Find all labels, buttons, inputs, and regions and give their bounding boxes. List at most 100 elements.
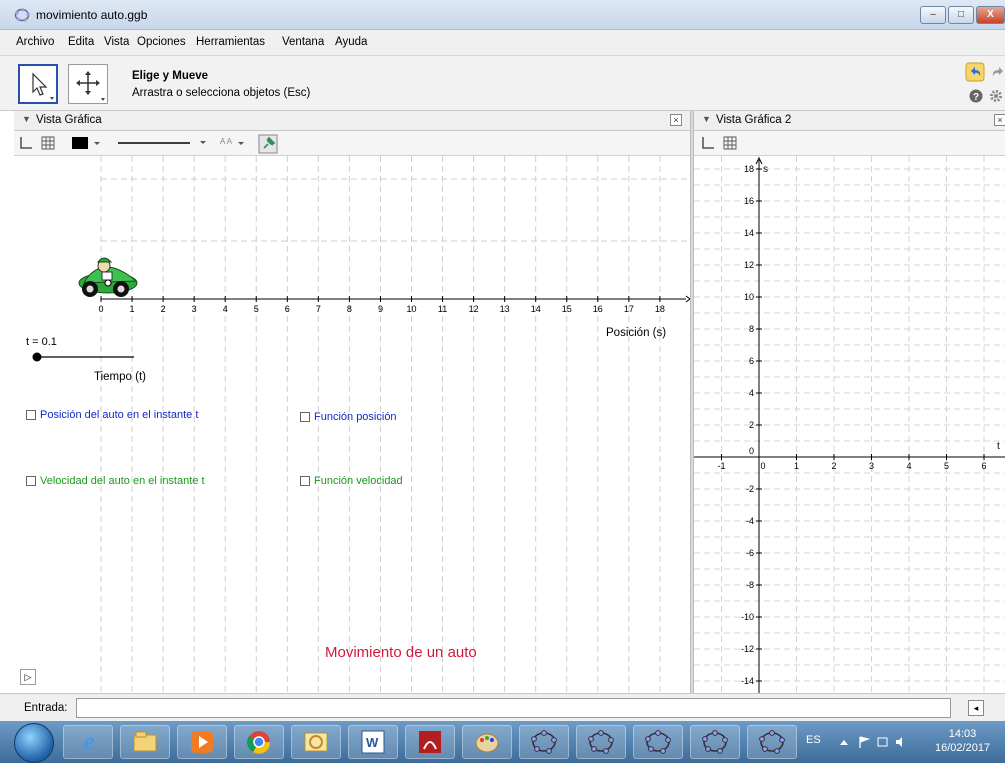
taskbar-geogebra-button[interactable] — [690, 725, 740, 759]
menu-ayuda[interactable]: Ayuda — [335, 36, 367, 48]
taskbar-word-button[interactable]: W — [348, 725, 398, 759]
move-graphics-view-tool-button[interactable] — [68, 64, 108, 104]
checkbox-position-function[interactable]: Función posición — [300, 411, 397, 423]
menu-opciones[interactable]: Opciones — [137, 36, 186, 48]
taskbar-file-explorer-button[interactable] — [120, 725, 170, 759]
time-slider[interactable] — [32, 352, 135, 362]
x-tick-label: 0 — [98, 304, 103, 314]
menu-herramientas[interactable]: Herramientas — [196, 36, 265, 48]
construction-title: Movimiento de un auto — [325, 644, 477, 661]
x-tick-label: 17 — [624, 304, 634, 314]
virtual-keyboard-button[interactable]: ◂ — [968, 700, 984, 716]
input-field[interactable] — [76, 698, 951, 718]
tray-icons[interactable] — [838, 735, 908, 749]
axes-2-toggle-icon[interactable] — [700, 135, 716, 151]
y2-tick-label: -8 — [746, 580, 754, 590]
font-size-dropdown-icon[interactable] — [236, 135, 248, 151]
position-axis-label: Posición (s) — [606, 327, 667, 339]
system-clock[interactable]: 14:03 16/02/2017 — [935, 727, 990, 755]
maximize-button[interactable]: □ — [948, 6, 974, 24]
panel-collapse-icon[interactable]: ▼ — [22, 114, 31, 124]
axes-toggle-icon[interactable] — [18, 135, 34, 151]
x-tick-label: 6 — [285, 304, 290, 314]
y2-tick-label: 10 — [744, 292, 754, 302]
line-style-icon[interactable] — [116, 135, 212, 151]
x-tick-label: 9 — [378, 304, 383, 314]
gear-icon[interactable] — [989, 89, 1003, 103]
graphics-view-header[interactable]: ▼ Vista Gráfica × — [14, 111, 690, 131]
y2-tick-label: 0 — [749, 446, 754, 456]
panel-2-collapse-icon[interactable]: ▼ — [702, 114, 711, 124]
chrome-icon — [247, 731, 271, 754]
y2-tick-label: 8 — [749, 324, 754, 334]
clock-time: 14:03 — [948, 728, 977, 740]
color-picker-icon[interactable] — [70, 135, 104, 151]
menu-edita[interactable]: Edita — [68, 36, 94, 48]
input-bar: Entrada: ◂ — [0, 693, 1005, 721]
x-tick-label: 14 — [531, 304, 541, 314]
taskbar-geogebra-button[interactable] — [633, 725, 683, 759]
start-button[interactable] — [14, 723, 54, 763]
taskbar-media-player-button[interactable] — [177, 725, 227, 759]
window-titlebar[interactable]: movimiento auto.ggb – □ X — [0, 0, 1005, 30]
graphics-view-canvas[interactable]: 0 1 2 3 4 5 6 7 8 9 10 11 12 13 14 15 16 17 18 — [14, 156, 690, 693]
y2-tick-label: -10 — [741, 612, 754, 622]
help-icon[interactable]: ? — [969, 89, 983, 103]
undo-icon[interactable] — [965, 62, 985, 82]
move-tool-button[interactable] — [18, 64, 58, 104]
x2-tick-label: 5 — [944, 461, 949, 471]
taskbar-geogebra-button[interactable] — [576, 725, 626, 759]
svg-text:W: W — [366, 735, 379, 750]
checkbox-box[interactable] — [26, 410, 36, 420]
font-size-label[interactable]: A A — [220, 137, 232, 146]
graphics-2-style-bar — [694, 131, 1005, 156]
x2-tick-label: 6 — [981, 461, 986, 471]
window-title: movimiento auto.ggb — [36, 8, 148, 22]
y2-axis-label: s — [763, 164, 768, 175]
graphics-view-2-canvas[interactable]: -1 0 1 2 3 4 5 6181614121086420-2-4-6-8-10-12-1… — [694, 156, 1005, 693]
car-image[interactable] — [78, 257, 138, 297]
taskbar-outlook-button[interactable] — [291, 725, 341, 759]
y2-tick-label: -12 — [741, 644, 754, 654]
pin-icon[interactable] — [258, 134, 278, 154]
checkbox-box[interactable] — [300, 476, 310, 486]
play-animation-button[interactable]: ▷ — [20, 669, 36, 685]
taskbar-internet-explorer-button[interactable]: e — [63, 725, 113, 759]
windows-taskbar: e W ES 14:03 16/02/2017 — [0, 721, 1005, 763]
x2-tick-label: 2 — [831, 461, 836, 471]
taskbar-geogebra-button[interactable] — [747, 725, 797, 759]
taskbar-paint-button[interactable] — [462, 725, 512, 759]
taskbar-geogebra-button[interactable] — [519, 725, 569, 759]
close-graphics-view-button[interactable]: × — [670, 114, 682, 126]
close-graphics-view-2-button[interactable]: × — [994, 114, 1005, 126]
word-icon: W — [361, 730, 385, 754]
checkbox-velocity-at-t[interactable]: Velocidad del auto en el instante t — [26, 475, 205, 487]
geogebra-icon — [759, 730, 785, 754]
taskbar-acrobat-button[interactable] — [405, 725, 455, 759]
menu-ventana[interactable]: Ventana — [282, 36, 324, 48]
x-tick-label: 1 — [130, 304, 135, 314]
checkbox-label: Velocidad del auto en el instante t — [40, 475, 205, 487]
menu-archivo[interactable]: Archivo — [16, 36, 54, 48]
grid-lines — [100, 156, 690, 693]
x-tick-label: 10 — [406, 304, 416, 314]
checkbox-label: Función velocidad — [314, 475, 403, 487]
graphics-view-2-header[interactable]: ▼ Vista Gráfica 2 × — [694, 111, 1005, 131]
checkbox-box[interactable] — [300, 412, 310, 422]
language-indicator[interactable]: ES — [806, 734, 821, 746]
x-tick-label: 13 — [500, 304, 510, 314]
menu-vista[interactable]: Vista — [104, 36, 129, 48]
taskbar-chrome-button[interactable] — [234, 725, 284, 759]
graphics-style-bar: A A — [14, 131, 690, 156]
checkbox-velocity-function[interactable]: Función velocidad — [300, 475, 403, 487]
checkbox-box[interactable] — [26, 476, 36, 486]
close-window-button[interactable]: X — [976, 6, 1005, 24]
grid-2-toggle-icon[interactable] — [722, 135, 738, 151]
redo-icon[interactable] — [989, 62, 1005, 82]
minimize-button[interactable]: – — [920, 6, 946, 24]
checkbox-position-at-t[interactable]: Posición del auto en el instante t — [26, 409, 198, 421]
toolbar: Elige y Mueve Arrastra o selecciona obje… — [0, 56, 1005, 111]
geogebra-icon — [645, 730, 671, 754]
grid-toggle-icon[interactable] — [40, 135, 56, 151]
media-player-icon — [191, 731, 213, 753]
